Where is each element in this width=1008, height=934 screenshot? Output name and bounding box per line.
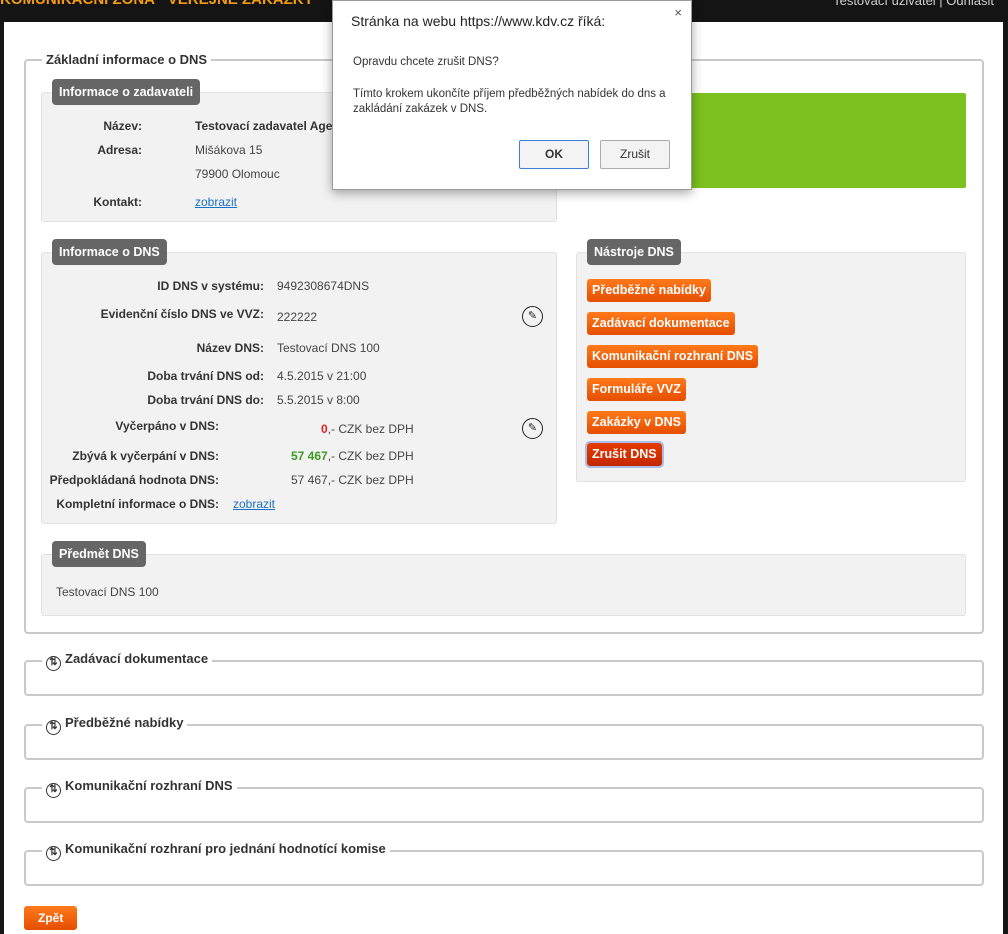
close-icon[interactable]: × (674, 5, 682, 20)
dialog-overlay: Stránka na webu https://www.kdv.cz říká:… (0, 0, 1008, 934)
confirm-dialog: Stránka na webu https://www.kdv.cz říká:… (332, 0, 692, 190)
dialog-question: Opravdu chcete zrušit DNS? (353, 56, 499, 68)
cancel-button[interactable]: Zrušit (600, 140, 670, 169)
ok-button[interactable]: OK (519, 140, 589, 169)
dialog-message: Tímto krokem ukončíte příjem předběžných… (353, 88, 666, 115)
dialog-title: Stránka na webu https://www.kdv.cz říká: (351, 13, 606, 29)
